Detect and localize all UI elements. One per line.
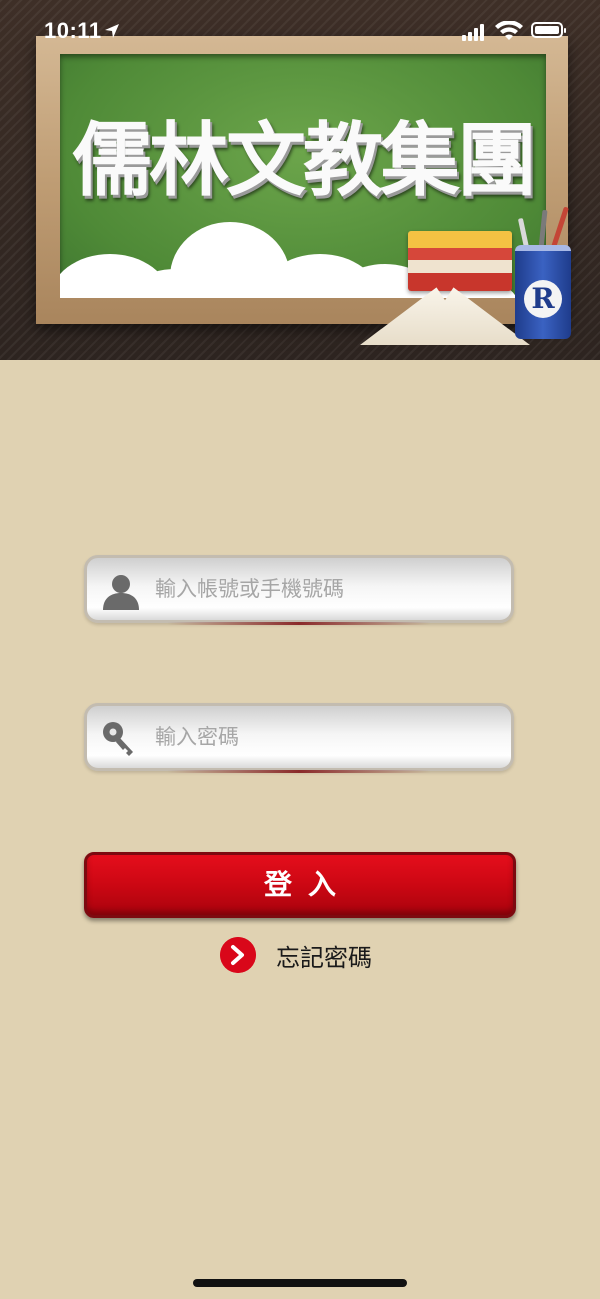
status-bar: 10:11 bbox=[0, 0, 600, 64]
wifi-icon bbox=[495, 21, 523, 40]
cellular-signal-icon bbox=[462, 23, 486, 41]
password-field[interactable] bbox=[84, 703, 514, 773]
header-banner: 儒林文教集團 R 10:11 bbox=[0, 0, 600, 360]
user-icon bbox=[103, 575, 139, 610]
password-input[interactable] bbox=[155, 706, 500, 768]
status-time: 10:11 bbox=[44, 18, 102, 43]
books-illustration bbox=[360, 225, 530, 350]
home-indicator bbox=[193, 1279, 407, 1287]
forgot-password-link[interactable]: 忘記密碼 bbox=[220, 934, 420, 974]
location-arrow-icon bbox=[105, 24, 119, 38]
chevron-right-circle-icon bbox=[220, 937, 256, 973]
username-field[interactable] bbox=[84, 555, 514, 625]
battery-icon bbox=[531, 22, 566, 38]
banner-title: 儒林文教集團 bbox=[72, 114, 537, 207]
key-icon bbox=[103, 722, 133, 756]
username-input[interactable] bbox=[155, 558, 500, 620]
login-button[interactable]: 登入 bbox=[84, 852, 516, 918]
brand-logo: R bbox=[524, 280, 562, 318]
forgot-password-label[interactable]: 忘記密碼 bbox=[276, 938, 372, 973]
